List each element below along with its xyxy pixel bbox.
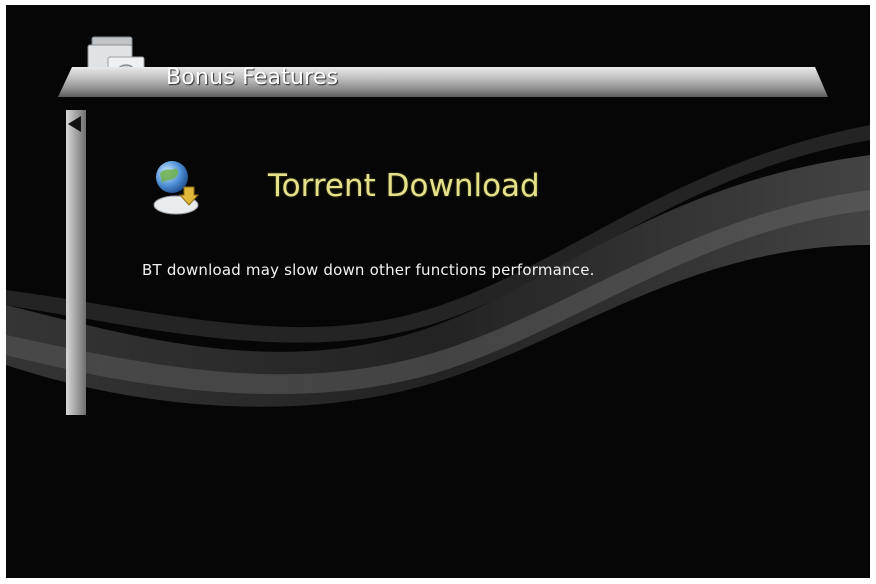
torrent-globe-icon xyxy=(153,161,200,215)
warning-message: BT download may slow down other function… xyxy=(142,261,595,279)
header-title: Bonus Features xyxy=(166,65,339,90)
tv-screen: Bonus Features Torrent Download BT downl… xyxy=(6,5,870,578)
left-scroll-rail[interactable] xyxy=(66,110,86,415)
feature-title: Torrent Download xyxy=(268,168,540,204)
rail-arrow-icon xyxy=(68,116,81,132)
